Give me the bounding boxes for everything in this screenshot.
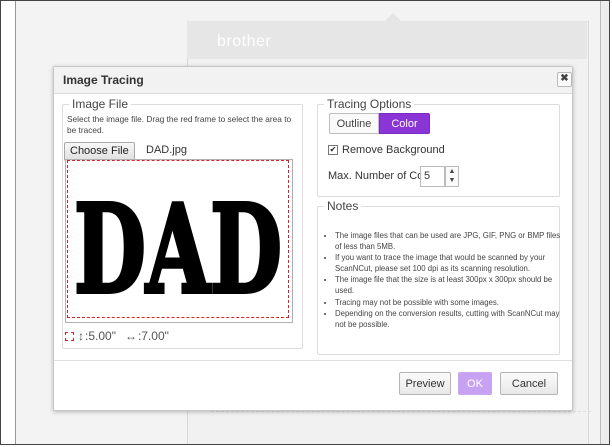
color-mode-button[interactable]: Color bbox=[379, 113, 430, 134]
note-item: Tracing may not be possible with some im… bbox=[335, 298, 565, 309]
left-panel-edge bbox=[1, 1, 16, 444]
remove-background-checkbox[interactable]: ✔ bbox=[328, 145, 338, 155]
image-file-description: Select the image file. Drag the red fram… bbox=[67, 114, 292, 135]
dialog-footer-divider bbox=[54, 360, 572, 361]
notes-list: The image files that can be used are JPG… bbox=[323, 231, 565, 331]
note-item: Depending on the conversion results, cut… bbox=[335, 309, 565, 330]
max-colors-input[interactable]: 5 bbox=[420, 166, 445, 187]
close-icon[interactable]: ✖ bbox=[557, 72, 572, 87]
selected-file-name: DAD.jpg bbox=[146, 144, 187, 156]
ok-button[interactable]: OK bbox=[458, 372, 492, 395]
note-item: The image files that can be used are JPG… bbox=[335, 231, 565, 252]
remove-background-label: Remove Background bbox=[342, 144, 445, 156]
dimension-readout: ↕ :5.00" ↔ :7.00" bbox=[65, 329, 178, 343]
remove-background-row[interactable]: ✔ Remove Background bbox=[328, 144, 445, 156]
image-tracing-dialog: Image Tracing ✖ Image File Select the im… bbox=[53, 66, 573, 411]
trace-selection-frame[interactable] bbox=[67, 160, 289, 318]
right-scrollbar[interactable] bbox=[600, 1, 609, 444]
chevron-up-icon[interactable]: ▲ bbox=[446, 167, 458, 176]
image-file-legend: Image File bbox=[72, 97, 129, 111]
dialog-title: Image Tracing bbox=[63, 73, 144, 87]
outline-mode-button[interactable]: Outline bbox=[329, 113, 379, 134]
vertical-resize-icon: ↕ bbox=[78, 329, 84, 343]
horizontal-resize-icon: ↔ bbox=[124, 329, 137, 343]
selection-frame-icon bbox=[65, 331, 74, 341]
max-colors-stepper[interactable]: ▲ ▼ bbox=[445, 166, 459, 187]
dialog-titlebar: Image Tracing ✖ bbox=[54, 67, 572, 94]
preview-button[interactable]: Preview bbox=[399, 372, 451, 395]
cancel-button[interactable]: Cancel bbox=[500, 372, 558, 395]
notes-group: Notes The image files that can be used a… bbox=[317, 199, 560, 355]
notes-legend: Notes bbox=[327, 199, 359, 213]
background-grid-line bbox=[211, 411, 591, 442]
tracing-options-legend: Tracing Options bbox=[327, 97, 412, 111]
chevron-down-icon[interactable]: ▼ bbox=[446, 176, 458, 185]
note-item: If you want to trace the image that woul… bbox=[335, 253, 565, 274]
app-window: brother Image Tracing ✖ Image File Selec… bbox=[0, 0, 610, 445]
note-item: The image file that the size is at least… bbox=[335, 275, 565, 296]
height-value: :5.00" bbox=[85, 329, 116, 343]
background-brand-logo: brother bbox=[217, 33, 272, 50]
width-value: :7.00" bbox=[137, 329, 169, 343]
